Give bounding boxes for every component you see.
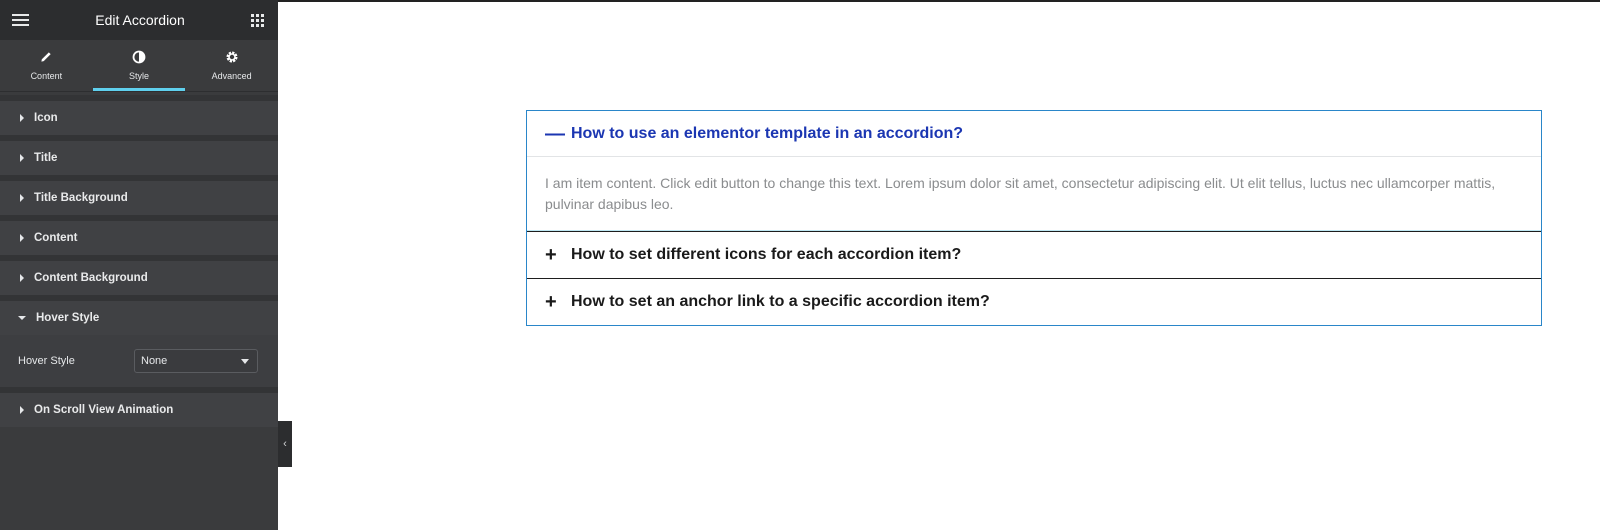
chevron-down-icon (241, 358, 249, 364)
caret-right-icon (20, 194, 24, 202)
section-label: Title Background (34, 192, 128, 204)
pencil-icon (40, 50, 53, 67)
section-content-background[interactable]: Content Background (0, 255, 278, 295)
tab-advanced-label: Advanced (211, 71, 252, 81)
chevron-left-icon: ‹ (283, 438, 287, 450)
tab-style[interactable]: Style (92, 40, 186, 91)
sidebar-header: Edit Accordion (0, 0, 278, 40)
collapse-panel-button[interactable]: ‹ (278, 421, 292, 467)
caret-down-icon (18, 316, 26, 320)
accordion-widget: — How to use an elementor template in an… (526, 110, 1542, 326)
accordion-title-text: How to set an anchor link to a specific … (571, 293, 990, 310)
panel-title: Edit Accordion (95, 12, 185, 28)
menu-icon[interactable] (12, 14, 29, 26)
caret-right-icon (20, 274, 24, 282)
panel-tabs: Content Style Advanced (0, 40, 278, 92)
section-label: Content Background (34, 272, 148, 284)
caret-right-icon (20, 114, 24, 122)
accordion-content: I am item content. Click edit button to … (527, 157, 1541, 231)
tab-content-label: Content (30, 71, 63, 81)
tab-style-label: Style (129, 71, 150, 81)
section-label: Content (34, 232, 78, 244)
section-title[interactable]: Title (0, 135, 278, 175)
minus-icon: — (545, 122, 565, 145)
section-on-scroll-view-animation[interactable]: On Scroll View Animation (0, 387, 278, 427)
section-label: Icon (34, 112, 58, 124)
section-title-background[interactable]: Title Background (0, 175, 278, 215)
section-label: Hover Style (36, 312, 100, 324)
caret-right-icon (20, 234, 24, 242)
widgets-grid-icon[interactable] (251, 13, 264, 27)
accordion-title-text: How to use an elementor template in an a… (571, 124, 964, 142)
section-icon[interactable]: Icon (0, 95, 278, 135)
hover-style-value: None (141, 355, 168, 367)
accordion-item: + How to set an anchor link to a specifi… (527, 278, 1541, 325)
hover-style-control: Hover Style None (0, 335, 278, 387)
contrast-icon (132, 50, 146, 67)
gear-icon (225, 50, 239, 67)
section-content[interactable]: Content (0, 215, 278, 255)
accordion-title[interactable]: + How to set different icons for each ac… (527, 232, 1541, 278)
section-label: Title (34, 152, 58, 164)
plus-icon: + (545, 244, 557, 266)
hover-style-select[interactable]: None (134, 349, 258, 373)
section-label: On Scroll View Animation (34, 404, 174, 416)
caret-right-icon (20, 406, 24, 414)
tab-content[interactable]: Content (0, 40, 93, 91)
plus-icon: + (545, 291, 557, 313)
accordion-title-text: How to set different icons for each acco… (571, 246, 962, 263)
accordion-item: — How to use an elementor template in an… (527, 111, 1541, 231)
section-hover-style[interactable]: Hover Style (0, 295, 278, 335)
accordion-item: + How to set different icons for each ac… (527, 231, 1541, 278)
accordion-title[interactable]: + How to set an anchor link to a specifi… (527, 279, 1541, 325)
hover-style-label: Hover Style (18, 355, 75, 367)
caret-right-icon (20, 154, 24, 162)
tab-advanced[interactable]: Advanced (185, 40, 278, 91)
editor-sidebar: Edit Accordion Content Style Advanced Ic… (0, 0, 278, 530)
accordion-title[interactable]: — How to use an elementor template in an… (527, 111, 1541, 157)
